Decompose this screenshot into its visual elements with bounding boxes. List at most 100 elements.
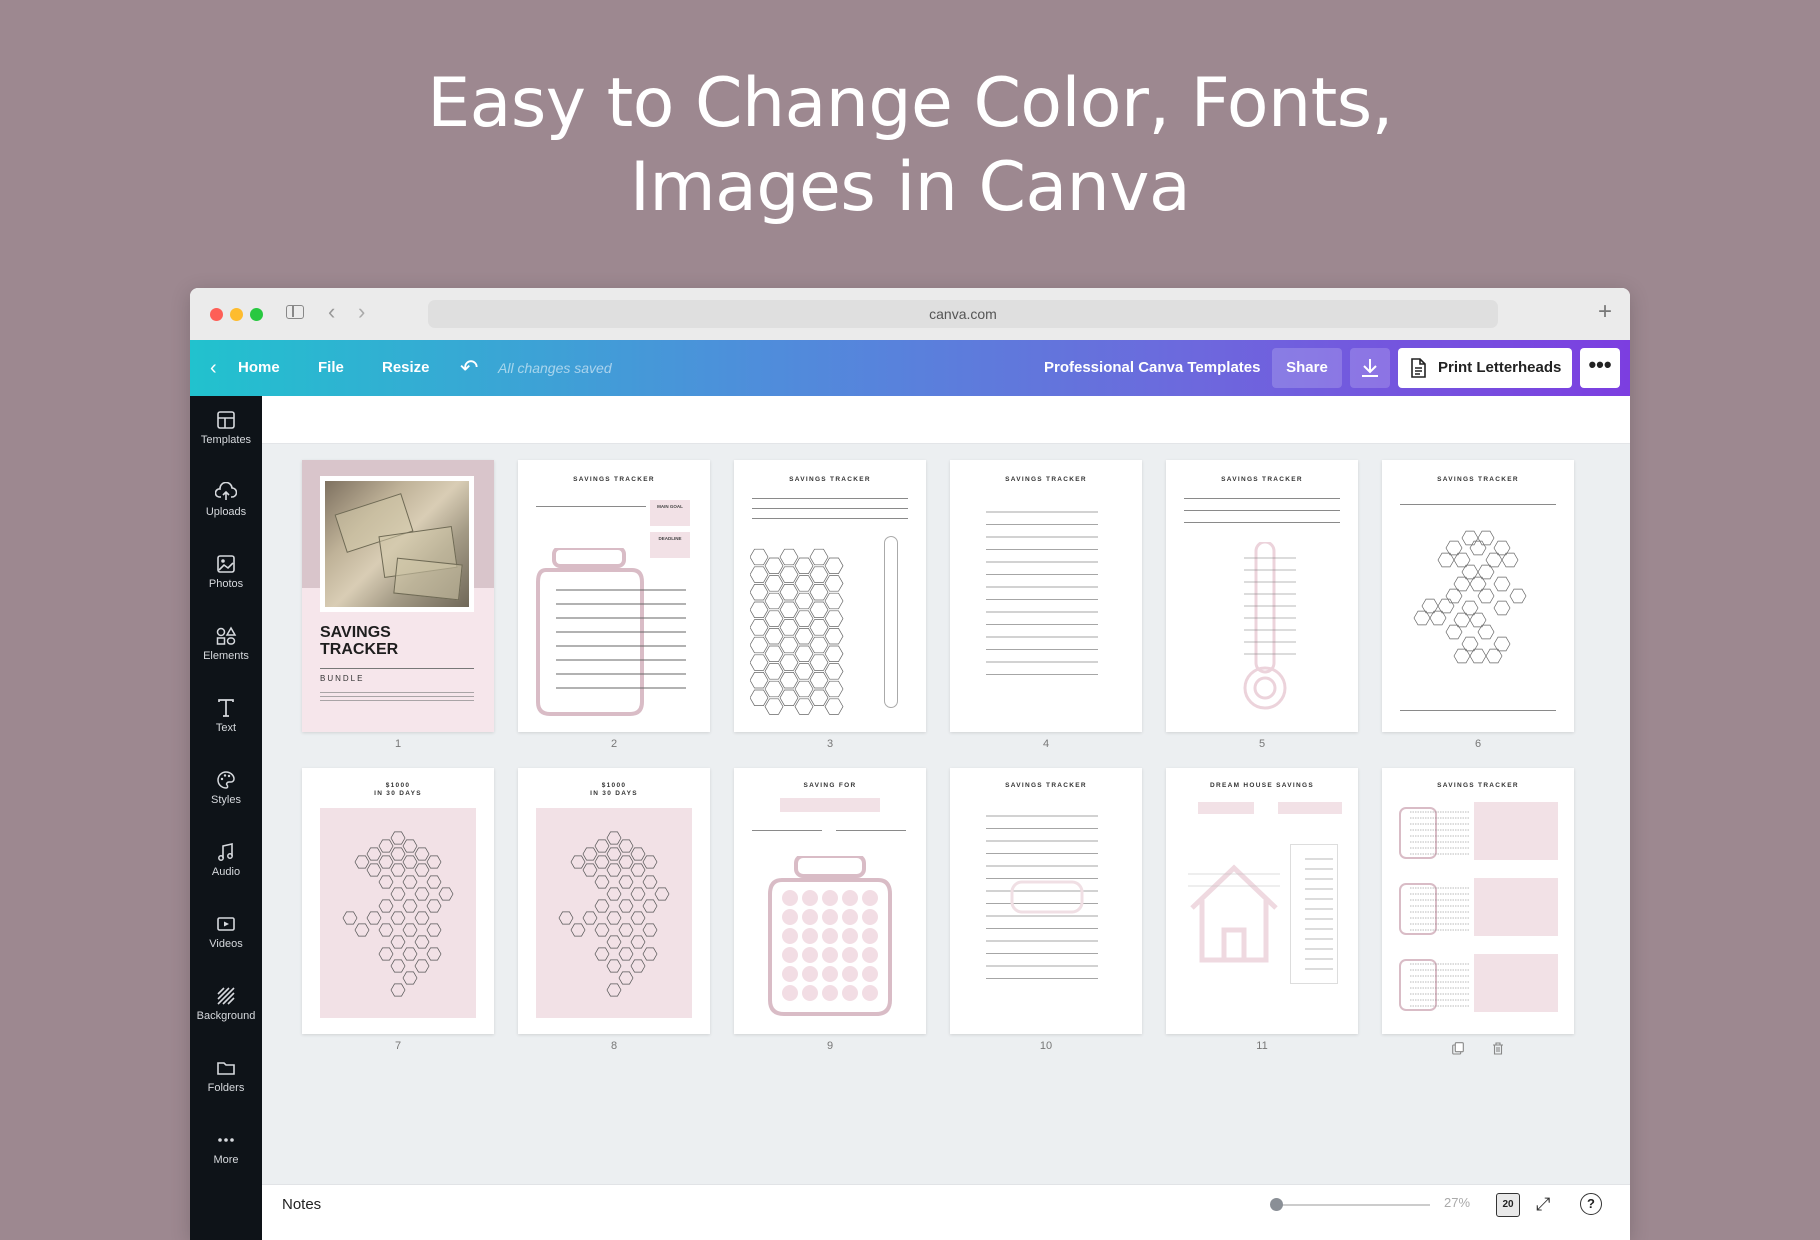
back-icon[interactable]: ‹ bbox=[328, 300, 335, 324]
sidebar-item-styles[interactable]: Styles bbox=[190, 764, 262, 826]
close-window-button[interactable] bbox=[210, 308, 223, 321]
page-thumbnail-6[interactable]: SAVINGS TRACKER bbox=[1382, 460, 1574, 732]
page-count-button[interactable]: 20 bbox=[1496, 1193, 1520, 1217]
savings-dot bbox=[822, 890, 838, 906]
saved-box bbox=[1278, 802, 1342, 814]
savings-dot bbox=[782, 890, 798, 906]
hexagon-cell bbox=[630, 847, 646, 861]
minimize-window-button[interactable] bbox=[230, 308, 243, 321]
address-bar[interactable]: canva.com bbox=[428, 300, 1498, 328]
hexagon-cell bbox=[642, 855, 658, 869]
hexagon-cell bbox=[594, 923, 610, 937]
file-menu[interactable]: File bbox=[318, 340, 344, 396]
project-title[interactable]: Professional Canva Templates bbox=[1044, 340, 1260, 396]
sidebar-item-label: Folders bbox=[207, 1082, 245, 1094]
page-thumbnail-9[interactable]: SAVING FOR bbox=[734, 768, 926, 1034]
print-letterheads-button[interactable]: Print Letterheads bbox=[1398, 348, 1572, 388]
sidebar-item-audio[interactable]: Audio bbox=[190, 836, 262, 898]
page-thumbnail-1[interactable]: SAVINGS TRACKER BUNDLE bbox=[302, 460, 494, 732]
savings-dot bbox=[862, 947, 878, 963]
sidebar-item-templates[interactable]: Templates bbox=[190, 404, 262, 466]
sidebar-item-background[interactable]: Background bbox=[190, 980, 262, 1042]
page-thumbnail-3[interactable]: SAVINGS TRACKER bbox=[734, 460, 926, 732]
pink-panel bbox=[536, 808, 692, 1018]
page-thumbnail-7[interactable]: $1000 IN 30 DAYS bbox=[302, 768, 494, 1034]
hexagon-cell bbox=[354, 923, 370, 937]
page-thumbnail-4[interactable]: SAVINGS TRACKER bbox=[950, 460, 1142, 732]
help-button[interactable]: ? bbox=[1580, 1193, 1602, 1215]
print-letterheads-label: Print Letterheads bbox=[1438, 359, 1562, 376]
hexagon-cell bbox=[1445, 624, 1463, 640]
hexagon-cell bbox=[606, 863, 622, 877]
page-thumbnail-10[interactable]: SAVINGS TRACKER bbox=[950, 768, 1142, 1034]
zoom-slider-handle[interactable] bbox=[1270, 1198, 1283, 1211]
hexagon-cell bbox=[426, 875, 442, 889]
sidebar-toggle-icon[interactable] bbox=[286, 305, 304, 319]
sidebar-item-text[interactable]: Text bbox=[190, 692, 262, 754]
hexagon-cell bbox=[606, 959, 622, 973]
hexagon-cell bbox=[582, 863, 598, 877]
savings-dot bbox=[822, 928, 838, 944]
sidebar-item-more[interactable]: More bbox=[190, 1124, 262, 1186]
cover-photo bbox=[320, 476, 474, 612]
duplicate-icon[interactable] bbox=[1452, 1042, 1464, 1055]
hexagon-cell bbox=[779, 672, 799, 689]
hexagon-cell bbox=[809, 584, 829, 601]
download-button[interactable] bbox=[1350, 348, 1390, 388]
hexagon-cell bbox=[378, 855, 394, 869]
sidebar-item-elements[interactable]: Elements bbox=[190, 620, 262, 682]
hexagon-cell bbox=[794, 610, 814, 627]
hexagon-cell bbox=[390, 959, 406, 973]
more-options-button[interactable]: ••• bbox=[1580, 348, 1620, 388]
savings-dot bbox=[782, 985, 798, 1001]
share-button[interactable]: Share bbox=[1272, 348, 1342, 388]
undo-icon[interactable]: ↶ bbox=[460, 340, 478, 396]
hexagon-cell bbox=[402, 855, 418, 869]
forward-icon[interactable]: › bbox=[358, 300, 365, 324]
hexagon-cell bbox=[1469, 648, 1487, 664]
page-title: SAVINGS TRACKER bbox=[1437, 782, 1519, 789]
hexagon-cell bbox=[558, 911, 574, 925]
hexagon-cell bbox=[794, 592, 814, 610]
hexagon-cell bbox=[390, 887, 406, 901]
zoom-slider[interactable] bbox=[1272, 1204, 1430, 1206]
form-line bbox=[1400, 710, 1556, 711]
hexagon-cell bbox=[426, 923, 442, 937]
page-thumbnail-12[interactable]: SAVINGS TRACKER bbox=[1382, 768, 1574, 1034]
page-thumbnail-8[interactable]: $1000 IN 30 DAYS bbox=[518, 768, 710, 1034]
resize-button[interactable]: Resize bbox=[382, 340, 430, 396]
hexagon-challenge bbox=[558, 831, 670, 997]
hexagon-cell bbox=[764, 628, 784, 645]
page-thumbnail-11[interactable]: DREAM HOUSE SAVINGS bbox=[1166, 768, 1358, 1034]
expand-icon[interactable]: ⤢ bbox=[1536, 1194, 1550, 1214]
hexagon-cell bbox=[402, 971, 418, 985]
trash-icon[interactable] bbox=[1492, 1042, 1504, 1055]
sidebar-item-label: More bbox=[213, 1154, 239, 1166]
home-button[interactable]: Home bbox=[238, 340, 280, 396]
hexagon-cell bbox=[402, 899, 418, 913]
sidebar-item-videos[interactable]: Videos bbox=[190, 908, 262, 970]
new-tab-icon[interactable]: + bbox=[1598, 299, 1612, 325]
goal-line bbox=[536, 506, 646, 507]
page-thumbnail-2[interactable]: SAVINGS TRACKER MAIN GOAL DEADLINE bbox=[518, 460, 710, 732]
hexagon-cell bbox=[809, 689, 829, 706]
maximize-window-button[interactable] bbox=[250, 308, 263, 321]
zoom-level[interactable]: 27% bbox=[1444, 1195, 1470, 1210]
sidebar-item-folders[interactable]: Folders bbox=[190, 1052, 262, 1114]
amount-lines bbox=[1305, 858, 1333, 970]
hexagon-cell bbox=[390, 863, 406, 877]
form-line bbox=[1184, 510, 1340, 511]
page-thumbnail-5[interactable]: SAVINGS TRACKER bbox=[1166, 460, 1358, 732]
sidebar-item-photos[interactable]: Photos bbox=[190, 548, 262, 610]
hexagon-cell bbox=[1453, 648, 1471, 664]
sidebar-item-uploads[interactable]: Uploads bbox=[190, 476, 262, 538]
hexagon-cell bbox=[764, 575, 784, 592]
image-icon bbox=[217, 555, 235, 573]
savings-dot bbox=[862, 890, 878, 906]
hexagon-cell bbox=[779, 548, 799, 566]
browser-chrome: ‹ › canva.com + bbox=[190, 288, 1630, 340]
chevron-left-icon[interactable]: ‹ bbox=[210, 340, 217, 396]
notes-button[interactable]: Notes bbox=[282, 1185, 321, 1225]
hexagon-cell bbox=[618, 947, 634, 961]
hexagon-cell bbox=[764, 645, 784, 662]
